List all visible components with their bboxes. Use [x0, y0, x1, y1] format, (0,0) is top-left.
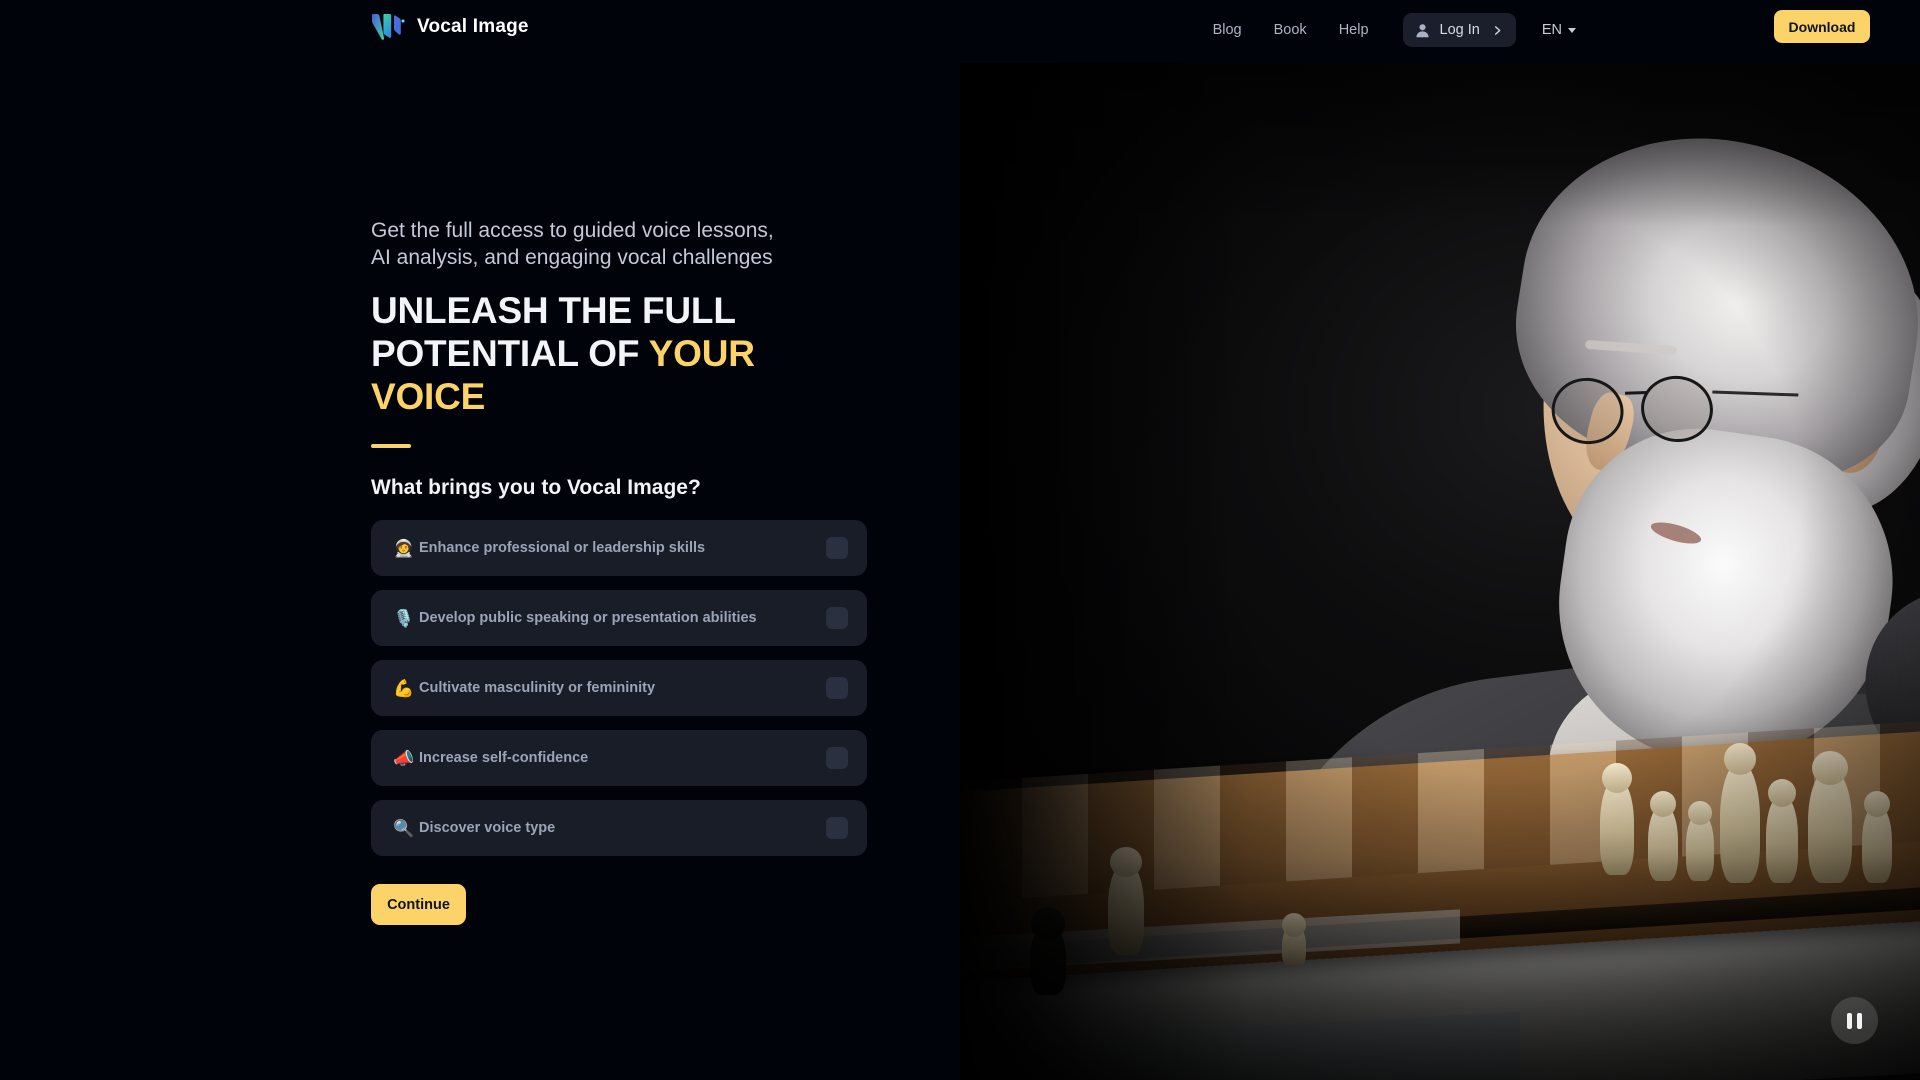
- flexed-biceps-icon: 💪: [393, 678, 415, 698]
- download-button[interactable]: Download: [1774, 10, 1870, 43]
- magnifying-glass-icon: 🔍: [393, 818, 415, 838]
- nav-link-book[interactable]: Book: [1258, 22, 1323, 38]
- media-panel[interactable]: [960, 63, 1920, 1080]
- option-checkbox[interactable]: [826, 817, 848, 840]
- microphone-icon: 🎙️: [393, 608, 415, 628]
- main-nav: Blog Book Help Log In EN: [1197, 13, 1576, 47]
- login-button[interactable]: Log In: [1402, 13, 1516, 47]
- option-label: Discover voice type: [419, 820, 556, 837]
- caret-down-icon: [1568, 27, 1576, 33]
- option-checkbox[interactable]: [826, 607, 848, 630]
- language-value: EN: [1541, 22, 1562, 38]
- site-header: Vocal Image Blog Book Help Log In EN Dow…: [0, 0, 1920, 63]
- survey-question: What brings you to Vocal Image?: [371, 476, 701, 500]
- pause-button[interactable]: [1831, 997, 1878, 1044]
- vocal-image-logo-icon: [372, 14, 405, 40]
- nav-link-blog[interactable]: Blog: [1197, 22, 1258, 38]
- page-title: UNLEASH THE FULL POTENTIAL OF YOUR VOICE: [371, 290, 871, 419]
- option-label: Develop public speaking or presentation …: [419, 610, 757, 627]
- accent-divider: [371, 444, 411, 449]
- continue-button[interactable]: Continue: [371, 884, 466, 926]
- hero-subhead: Get the full access to guided voice less…: [371, 219, 774, 269]
- option-label: Enhance professional or leadership skill…: [419, 540, 706, 557]
- option-checkbox[interactable]: [826, 537, 848, 560]
- option-label: Increase self-confidence: [419, 750, 589, 767]
- astronaut-icon: 🧑‍🚀: [393, 538, 415, 558]
- language-selector[interactable]: EN: [1542, 22, 1576, 38]
- hero-title-line2-plain: POTENTIAL OF: [371, 332, 649, 374]
- chevron-right-icon: [1494, 25, 1501, 35]
- left-pane: Get the full access to guided voice less…: [0, 0, 960, 1080]
- option-masculinity-femininity[interactable]: 💪 Cultivate masculinity or femininity: [371, 660, 867, 717]
- option-enhance-professional-skills[interactable]: 🧑‍🚀 Enhance professional or leadership s…: [371, 520, 867, 577]
- survey-options: 🧑‍🚀 Enhance professional or leadership s…: [371, 520, 871, 857]
- megaphone-icon: 📣: [393, 748, 415, 768]
- hero-title-line1: UNLEASH THE FULL: [371, 289, 736, 331]
- nav-link-help[interactable]: Help: [1323, 22, 1385, 38]
- brand-name: Vocal Image: [417, 16, 529, 37]
- pause-icon-bar-2: [1857, 1012, 1862, 1029]
- user-avatar-icon: [1415, 23, 1429, 37]
- pause-icon: [1847, 1012, 1852, 1029]
- option-self-confidence[interactable]: 📣 Increase self-confidence: [371, 730, 867, 787]
- option-public-speaking[interactable]: 🎙️ Develop public speaking or presentati…: [371, 590, 867, 647]
- brand[interactable]: Vocal Image: [371, 12, 529, 42]
- onboarding-page: Vocal Image Blog Book Help Log In EN Dow…: [0, 0, 1920, 1080]
- option-checkbox[interactable]: [826, 677, 848, 700]
- chess-scene-image: [960, 63, 1920, 1080]
- option-discover-voice-type[interactable]: 🔍 Discover voice type: [371, 800, 867, 857]
- option-label: Cultivate masculinity or femininity: [419, 680, 656, 697]
- option-checkbox[interactable]: [826, 747, 848, 770]
- onboarding-content: Get the full access to guided voice less…: [371, 218, 871, 926]
- login-label: Log In: [1439, 22, 1480, 38]
